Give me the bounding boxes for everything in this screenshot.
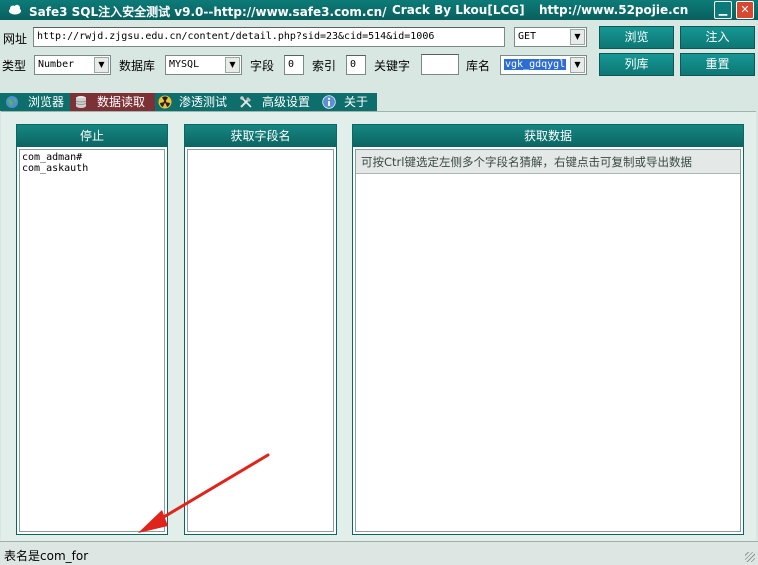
field-label: 字段 [250, 59, 275, 73]
data-grid[interactable]: 可按Ctrl键选定左侧多个字段名猜解，右键点击可复制或导出数据 [355, 149, 741, 532]
tab-label: 关于 [344, 95, 369, 109]
tab-bar: 浏览器 数据读取 渗透测试 高级设置 关于 [0, 93, 377, 111]
chevron-down-icon[interactable]: ▼ [570, 57, 585, 73]
type-label: 类型 [2, 59, 27, 73]
crack-credit: Crack By Lkou[LCG] [392, 3, 525, 17]
inject-button[interactable]: 注入 [680, 26, 755, 49]
keyword-input[interactable] [421, 54, 459, 75]
database-label: 数据库 [119, 59, 156, 73]
data-hint: 可按Ctrl键选定左侧多个字段名猜解，右键点击可复制或导出数据 [356, 150, 740, 174]
globe-icon [6, 96, 18, 108]
reset-button[interactable]: 重置 [680, 53, 755, 76]
get-fields-button[interactable]: 获取字段名 [185, 125, 336, 147]
tab-label: 数据读取 [97, 95, 146, 109]
radiation-icon [158, 95, 172, 109]
tables-column: 停止 com_adman# com_askauth [16, 124, 168, 535]
method-value: GET [518, 31, 537, 42]
tab-advanced-settings[interactable]: 高级设置 [235, 93, 317, 111]
dbname-select[interactable]: vgk_gdqygl ▼ [500, 55, 587, 75]
site-url-title: http://www.52pojie.cn [539, 3, 689, 17]
dbname-label: 库名 [466, 59, 491, 73]
minimize-button[interactable]: ▁ [714, 1, 732, 19]
info-icon [322, 95, 336, 109]
tab-about[interactable]: 关于 [317, 93, 377, 111]
list-item[interactable]: com_adman# [20, 152, 164, 163]
tab-label: 浏览器 [28, 95, 65, 109]
tab-browser[interactable]: 浏览器 [0, 93, 70, 111]
window-title: Safe3 SQL注入安全测试 v9.0--http://www.safe3.c… [29, 5, 387, 19]
data-column: 获取数据 可按Ctrl键选定左侧多个字段名猜解，右键点击可复制或导出数据 [352, 124, 744, 535]
cloud-icon [9, 4, 21, 15]
title-bar: Safe3 SQL注入安全测试 v9.0--http://www.safe3.c… [0, 0, 758, 20]
index-label: 索引 [312, 59, 337, 73]
status-text: 表名是com_for [4, 549, 89, 563]
tab-data-read[interactable]: 数据读取 [70, 93, 155, 111]
data-read-panel: 停止 com_adman# com_askauth 获取字段名 获取数据 可按C… [1, 111, 756, 541]
dbname-value: vgk_gdqygl [504, 59, 567, 70]
status-bar: 表名是com_for [0, 541, 758, 565]
browse-button[interactable]: 浏览 [599, 26, 674, 49]
type-value: Number [38, 59, 75, 70]
tab-penetration-test[interactable]: 渗透测试 [155, 93, 235, 111]
method-select[interactable]: GET ▼ [514, 27, 587, 47]
index-input[interactable]: 0 [346, 55, 366, 75]
list-databases-button[interactable]: 列库 [599, 53, 674, 76]
url-label: 网址 [3, 32, 28, 46]
list-item[interactable]: com_askauth [20, 163, 164, 174]
chevron-down-icon[interactable]: ▼ [225, 57, 240, 73]
stop-button[interactable]: 停止 [17, 125, 167, 147]
database-icon [75, 96, 87, 108]
resize-grip-icon[interactable] [745, 552, 755, 562]
chevron-down-icon[interactable]: ▼ [570, 29, 585, 45]
close-button[interactable]: ✕ [736, 1, 754, 19]
tools-icon [240, 96, 252, 108]
fields-list[interactable] [187, 149, 334, 532]
field-input[interactable]: 0 [284, 55, 304, 75]
tab-label: 高级设置 [262, 95, 311, 109]
type-select[interactable]: Number ▼ [34, 55, 111, 75]
fields-column: 获取字段名 [184, 124, 337, 535]
database-select[interactable]: MYSQL ▼ [165, 55, 242, 75]
tables-list[interactable]: com_adman# com_askauth [19, 149, 165, 532]
get-data-button[interactable]: 获取数据 [353, 125, 743, 147]
tab-label: 渗透测试 [179, 95, 228, 109]
keyword-label: 关键字 [374, 59, 411, 73]
url-input[interactable]: http://rwjd.zjgsu.edu.cn/content/detail.… [33, 27, 505, 47]
chevron-down-icon[interactable]: ▼ [94, 57, 109, 73]
database-value: MYSQL [169, 59, 200, 70]
